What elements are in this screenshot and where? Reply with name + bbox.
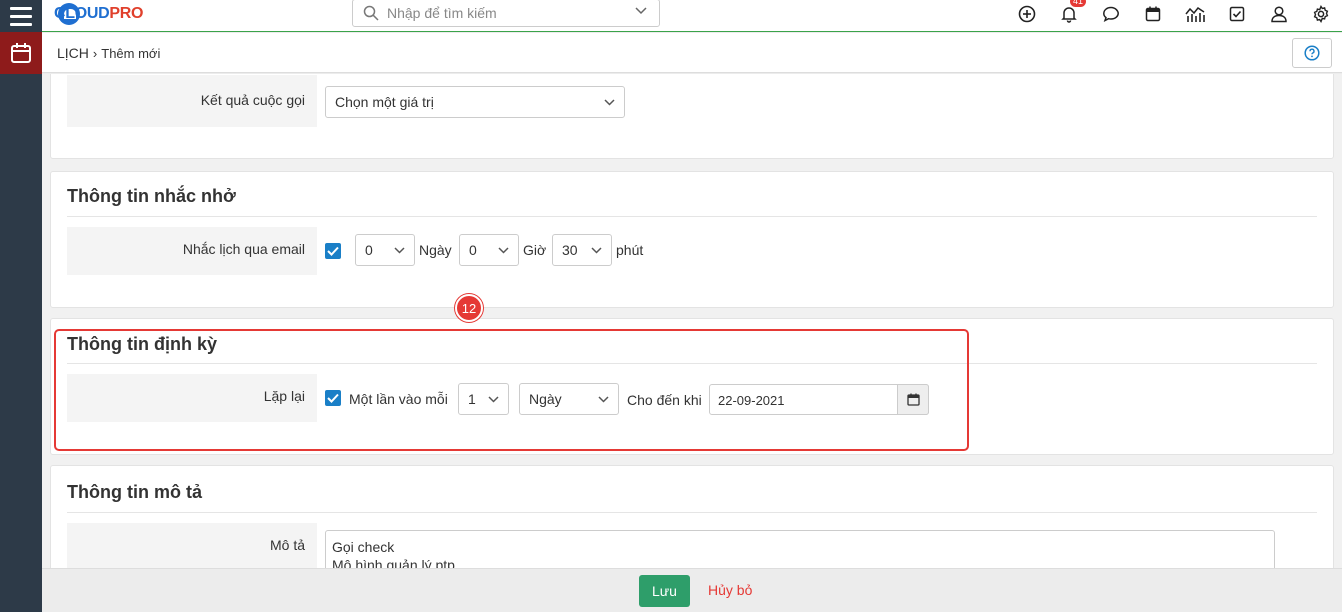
call-result-panel: Kết quả cuộc gọi Chọn một giá trị [50,74,1334,159]
logo-text: CLOUDPRO [54,5,144,22]
call-result-label: Kết quả cuộc gọi [67,75,317,127]
divider [67,512,1317,513]
reminder-hours-value: 0 [469,242,477,258]
description-label: Mô tả [67,523,317,568]
top-bar: CLOUDPRO Nhập để tìm kiếm 41 [42,0,1342,32]
reminder-days-value: 0 [365,242,373,258]
breadcrumb: LỊCH › Thêm mới [57,45,160,61]
check-icon [327,246,339,256]
chevron-down-icon [498,247,509,254]
breadcrumb-current-page: Thêm mới [101,45,161,61]
left-rail [0,0,42,612]
reminder-section-title: Thông tin nhắc nhở [67,186,236,206]
form-content: Kết quả cuộc gọi Chọn một giá trị Thông … [42,74,1342,568]
hamburger-menu-icon[interactable] [0,0,42,32]
bell-icon[interactable]: 41 [1048,0,1090,28]
reminder-hours-select[interactable]: 0 [459,234,519,266]
search-icon [363,5,379,21]
reminder-minutes-unit: phút [616,242,644,258]
reminder-minutes-select[interactable]: 30 [552,234,612,266]
app-logo[interactable]: CLOUDPRO [54,2,143,26]
notification-badge: 41 [1070,0,1087,7]
add-icon[interactable] [1006,0,1048,28]
description-line: Gọi check [332,539,395,555]
highlight-box [54,329,969,451]
calendar-icon[interactable] [1132,0,1174,28]
chevron-down-icon [394,247,405,254]
call-result-select[interactable]: Chọn một giá trị [325,86,625,118]
reminder-minutes-value: 30 [562,242,578,258]
divider [67,216,1317,217]
help-button[interactable] [1292,38,1332,68]
breadcrumb-separator: › [92,45,98,61]
cancel-link[interactable]: Hủy bỏ [708,582,752,598]
step-marker: 12 [455,294,483,322]
chat-icon[interactable] [1090,0,1132,28]
reminder-panel: Thông tin nhắc nhở Nhắc lịch qua email 0… [50,171,1334,308]
top-actions: 41 [1006,0,1342,28]
form-footer: Lưu Hủy bỏ [42,568,1342,612]
tasks-check-icon[interactable] [1216,0,1258,28]
description-section-title: Thông tin mô tả [67,482,202,502]
reminder-hours-unit: Giờ [523,242,547,258]
chevron-down-icon[interactable] [635,7,647,15]
reports-chart-icon[interactable] [1174,0,1216,28]
reminder-days-select[interactable]: 0 [355,234,415,266]
chevron-down-icon [604,99,615,106]
breadcrumb-bar: LỊCH › Thêm mới [42,33,1342,73]
description-panel: Thông tin mô tả Mô tả Gọi check Mô hình … [50,465,1334,568]
call-result-value: Chọn một giá trị [335,94,434,110]
chevron-down-icon [591,247,602,254]
question-circle-icon [1304,45,1320,61]
description-textarea[interactable]: Gọi check Mô hình quản lý ptp [325,530,1275,568]
breadcrumb-module-link[interactable]: LỊCH [57,45,89,61]
settings-gear-icon[interactable] [1300,0,1342,28]
reminder-days-unit: Ngày [419,242,452,258]
save-button[interactable]: Lưu [639,575,690,607]
email-reminder-checkbox[interactable] [325,243,341,259]
description-line: Mô hình quản lý ptp [332,557,455,568]
search-input[interactable]: Nhập để tìm kiếm [352,0,660,27]
calendar-module-icon[interactable] [0,32,42,74]
email-reminder-label: Nhắc lịch qua email [67,227,317,275]
user-icon[interactable] [1258,0,1300,28]
search-placeholder: Nhập để tìm kiếm [387,5,497,21]
